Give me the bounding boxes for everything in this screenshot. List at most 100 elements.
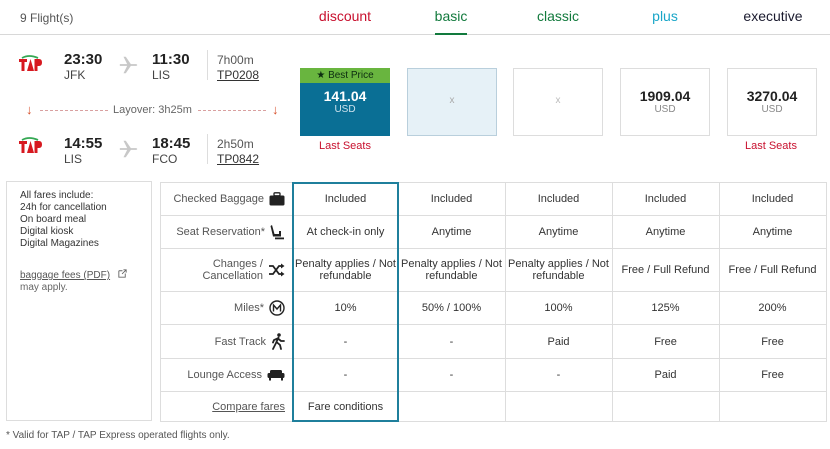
tab-plus[interactable]: plus bbox=[615, 8, 715, 24]
arrival-city: LIS bbox=[152, 68, 171, 82]
table-cell: Included bbox=[398, 182, 504, 215]
row-miles: Miles* 10% 50% / 100% 100% 125% 200% bbox=[160, 292, 827, 325]
departure-city: LIS bbox=[64, 152, 83, 166]
fare-info-panel: All fares include: 24h for cancellation … bbox=[6, 181, 152, 421]
info-item: Digital Magazines bbox=[20, 238, 99, 249]
table-cell: Included bbox=[719, 182, 825, 215]
table-cell: Paid bbox=[505, 325, 611, 358]
table-cell: Anytime bbox=[719, 216, 825, 248]
price-box-discount[interactable]: ★ Best Price 141.04 USD bbox=[300, 68, 390, 136]
last-seats-label: Last Seats bbox=[745, 140, 797, 152]
table-cell: Anytime bbox=[612, 216, 718, 248]
row-label: Seat Reservation* bbox=[176, 226, 265, 238]
tab-discount[interactable]: discount bbox=[295, 8, 395, 24]
flight-number-link[interactable]: TP0842 bbox=[217, 152, 259, 166]
price-amount: 1909.04 bbox=[639, 88, 691, 104]
departure-time: 14:55 bbox=[64, 135, 103, 152]
flight-number-link[interactable]: TP0208 bbox=[217, 68, 259, 82]
table-cell: Free / Full Refund bbox=[612, 249, 718, 291]
departure-time: 23:30 bbox=[64, 51, 103, 68]
best-price-tag: ★ Best Price bbox=[300, 68, 390, 83]
row-checked-baggage: Checked Baggage Included Included Includ… bbox=[160, 182, 827, 216]
external-link-icon[interactable] bbox=[117, 268, 128, 279]
arrival-time: 18:45 bbox=[152, 135, 191, 152]
table-cell bbox=[398, 392, 504, 422]
table-cell: Paid bbox=[612, 359, 718, 391]
table-cell: Free bbox=[719, 325, 825, 358]
row-seat-reservation: Seat Reservation* At check-in only Anyti… bbox=[160, 216, 827, 249]
price-box-basic: x bbox=[407, 68, 497, 136]
tap-logo-icon bbox=[18, 55, 42, 73]
down-arrow-icon: ↓ bbox=[26, 102, 33, 117]
seat-icon bbox=[270, 224, 285, 240]
arrival-city: FCO bbox=[152, 152, 178, 166]
table-cell: - bbox=[398, 359, 504, 391]
row-label: Checked Baggage bbox=[173, 192, 264, 205]
table-cell: 100% bbox=[505, 292, 611, 324]
table-cell: 50% / 100% bbox=[398, 292, 504, 324]
flight-count: 9 Flight(s) bbox=[20, 11, 74, 25]
flight-segment-2: 14:55 LIS 18:45 FCO 2h50m TP0842 bbox=[18, 130, 288, 170]
tap-logo-icon bbox=[18, 137, 42, 155]
price-box-executive[interactable]: 3270.04 USD bbox=[727, 68, 817, 136]
tab-classic[interactable]: classic bbox=[508, 8, 608, 24]
table-cell bbox=[505, 392, 611, 422]
table-cell: - bbox=[505, 359, 611, 391]
baggage-fees-link[interactable]: baggage fees (PDF) bbox=[20, 270, 110, 281]
table-cell: Penalty applies / Not refundable bbox=[505, 249, 611, 291]
row-label: Miles* bbox=[234, 302, 264, 314]
row-lounge-access: Lounge Access - - - Paid Free bbox=[160, 359, 827, 392]
shuffle-icon bbox=[268, 263, 285, 277]
price-currency: USD bbox=[654, 104, 676, 115]
unavailable-mark: x bbox=[555, 95, 561, 106]
table-cell: 125% bbox=[612, 292, 718, 324]
price-amount: 141.04 bbox=[323, 88, 367, 104]
price-currency: USD bbox=[761, 104, 783, 115]
sofa-icon bbox=[267, 369, 285, 381]
flight-duration: 7h00m bbox=[217, 53, 254, 67]
row-compare-fares: Compare fares Fare conditions bbox=[160, 392, 827, 422]
table-cell bbox=[719, 392, 825, 422]
layover-row: ↓ Layover: 3h25m ↓ bbox=[18, 102, 288, 118]
fare-header: 9 Flight(s) discount basic classic plus … bbox=[0, 0, 830, 35]
last-seats-label: Last Seats bbox=[319, 140, 371, 152]
miles-icon bbox=[269, 300, 285, 316]
info-item: 24h for cancellation bbox=[20, 202, 107, 213]
layover-label: Layover: 3h25m bbox=[113, 104, 192, 116]
table-cell: Free bbox=[612, 325, 718, 358]
plane-icon bbox=[119, 140, 138, 158]
table-cell: Anytime bbox=[505, 216, 611, 248]
tab-executive[interactable]: executive bbox=[723, 8, 823, 24]
price-box-classic: x bbox=[513, 68, 603, 136]
table-cell bbox=[612, 392, 718, 422]
footnote: * Valid for TAP / TAP Express operated f… bbox=[6, 430, 230, 441]
table-cell: Included bbox=[505, 182, 611, 215]
info-item: Digital kiosk bbox=[20, 226, 74, 237]
table-cell: Free bbox=[719, 359, 825, 391]
tab-basic[interactable]: basic bbox=[401, 8, 501, 35]
table-cell: Penalty applies / Not refundable bbox=[398, 249, 504, 291]
flight-segment-1: 23:30 JFK 11:30 LIS 7h00m TP0208 bbox=[18, 48, 288, 88]
arrival-time: 11:30 bbox=[152, 51, 190, 68]
flight-duration: 2h50m bbox=[217, 137, 254, 151]
walker-icon bbox=[271, 333, 285, 350]
row-fast-track: Fast Track - - Paid Free Free bbox=[160, 325, 827, 359]
row-label: Lounge Access bbox=[187, 369, 262, 381]
table-cell: Included bbox=[612, 182, 718, 215]
selected-column-highlight bbox=[292, 182, 399, 422]
row-label: Changes / Cancellation bbox=[202, 258, 263, 282]
table-cell: Anytime bbox=[398, 216, 504, 248]
may-apply-text: may apply. bbox=[20, 282, 68, 293]
info-item: On board meal bbox=[20, 214, 87, 225]
plane-icon bbox=[119, 56, 138, 74]
unavailable-mark: x bbox=[449, 95, 455, 106]
price-box-plus[interactable]: 1909.04 USD bbox=[620, 68, 710, 136]
compare-fares-link[interactable]: Compare fares bbox=[212, 401, 285, 413]
price-amount: 3270.04 bbox=[746, 88, 798, 104]
row-changes-cancellation: Changes / Cancellation Penalty applies /… bbox=[160, 249, 827, 292]
suitcase-icon bbox=[269, 191, 285, 206]
all-fares-heading: All fares include: bbox=[20, 190, 94, 201]
departure-city: JFK bbox=[64, 68, 86, 82]
price-currency: USD bbox=[334, 104, 356, 115]
table-cell: - bbox=[398, 325, 504, 358]
